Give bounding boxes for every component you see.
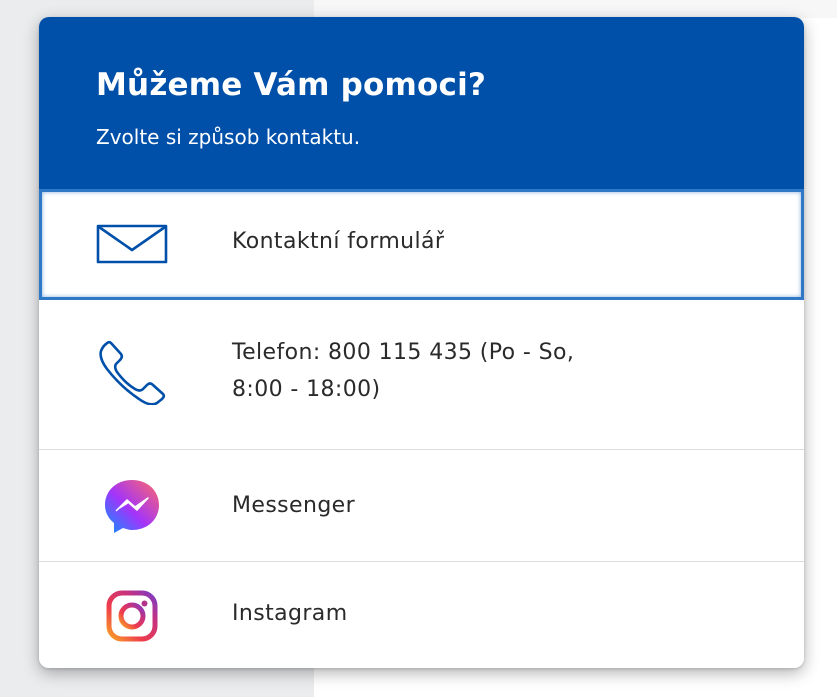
popup-title: Můžeme Vám pomoci? <box>96 67 487 103</box>
phone-icon <box>94 340 170 405</box>
page-background-top <box>314 0 837 18</box>
messenger-label: Messenger <box>232 493 356 518</box>
instagram-option[interactable]: Instagram <box>39 562 804 668</box>
messenger-option[interactable]: Messenger <box>39 450 804 562</box>
contact-form-label: Kontaktní formulář <box>232 229 445 254</box>
envelope-icon <box>94 214 170 274</box>
contact-form-option[interactable]: Kontaktní formulář <box>39 189 804 300</box>
popup-subtitle: Zvolte si způsob kontaktu. <box>96 125 361 149</box>
instagram-label: Instagram <box>232 601 348 626</box>
phone-label: Telefon: 800 115 435 (Po - So, 8:00 - 18… <box>232 340 575 402</box>
contact-popup: Můžeme Vám pomoci? Zvolte si způsob kont… <box>39 17 804 668</box>
popup-header: Můžeme Vám pomoci? Zvolte si způsob kont… <box>39 17 804 189</box>
phone-option[interactable]: Telefon: 800 115 435 (Po - So, 8:00 - 18… <box>39 300 804 450</box>
messenger-icon <box>94 476 170 536</box>
instagram-icon <box>94 586 170 646</box>
